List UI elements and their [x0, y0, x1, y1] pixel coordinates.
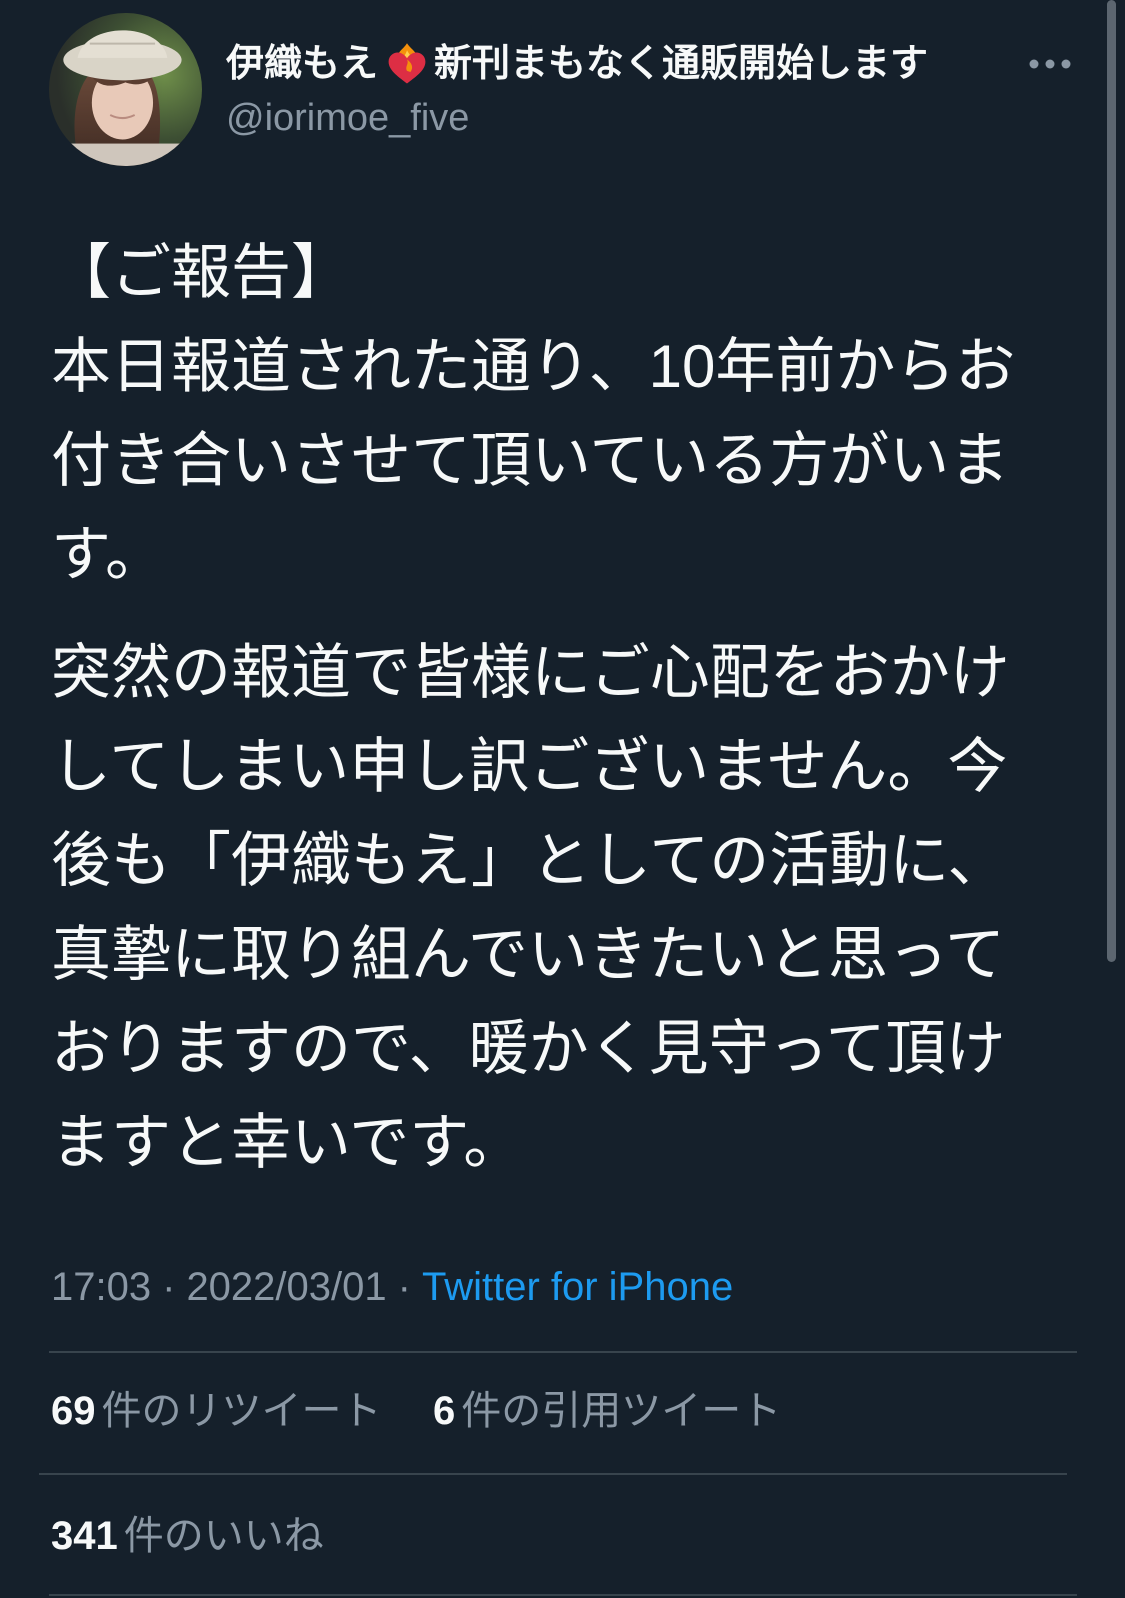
tweet-time: 17:03	[51, 1265, 152, 1309]
retweets-count-link[interactable]: 69 件のリツイート	[51, 1386, 382, 1436]
divider	[49, 1351, 1077, 1353]
tweet-text-line: ますと幸いです。	[51, 1109, 524, 1176]
tweet-date: 2022/03/01	[186, 1265, 387, 1309]
like-label: 件のいいね	[123, 1514, 324, 1558]
user-handle[interactable]: @iorimoe_five	[226, 94, 469, 142]
likes-count-link[interactable]: 341 件のいいね	[51, 1511, 324, 1561]
more-button[interactable]	[1026, 52, 1074, 76]
quote-tweets-count-link[interactable]: 6 件の引用ツイート	[433, 1386, 781, 1436]
retweet-count: 69	[51, 1389, 96, 1433]
tweet-text-line: 突然の報道で皆様にご心配をおかけ	[51, 639, 1010, 706]
retweet-label: 件のリツイート	[101, 1389, 382, 1433]
divider	[39, 1473, 1067, 1475]
avatar-photo	[49, 13, 202, 166]
tweet-text-line: 後も「伊織もえ」としての活動に、	[51, 827, 1008, 894]
tweet-text-line: おりますので、暖かく見守って頂け	[51, 1015, 1006, 1082]
more-dots-icon	[1029, 59, 1071, 69]
scrollbar[interactable]	[1107, 0, 1116, 962]
tweet-paragraph: 突然の報道で皆様にご心配をおかけ してしまい申し訳ございません。今 後も「伊織も…	[51, 626, 1096, 1190]
tweet-text-line: してしまい申し訳ございません。今	[51, 733, 1008, 800]
divider	[49, 1594, 1077, 1596]
like-count: 341	[51, 1514, 118, 1558]
tweet-text-line: 付き合いさせて頂いている方がいま	[51, 427, 1010, 494]
meta-separator: ·	[397, 1265, 411, 1309]
avatar[interactable]	[49, 13, 202, 166]
display-name-text: 新刊まもなく通販開始します	[434, 43, 929, 85]
tweet-source-link[interactable]: Twitter for iPhone	[422, 1265, 733, 1309]
display-name[interactable]: 伊織もえ 新刊まもなく通販開始します	[226, 40, 928, 88]
quote-tweet-label: 件の引用ツイート	[461, 1389, 782, 1433]
tweet-text: 【ご報告】 本日報道された通り、10年前からお 付き合いさせて頂いている方がいま…	[51, 226, 1096, 1190]
quote-tweet-count: 6	[433, 1389, 456, 1433]
meta-separator: ·	[162, 1265, 176, 1309]
heart-on-fire-icon	[384, 41, 430, 87]
display-name-text: 伊織もえ	[226, 43, 379, 85]
tweet-text-line: 本日報道された通り、10年前からお	[51, 333, 1016, 400]
tweet-text-line: 【ご報告】	[51, 239, 351, 306]
tweet-metadata: 17:03 · 2022/03/01 · Twitter for iPhone	[51, 1262, 733, 1312]
tweet-text-line: す。	[51, 521, 165, 588]
tweet-text-line: 真摯に取り組んでいきたいと思って	[51, 921, 1005, 988]
tweet-paragraph: 【ご報告】 本日報道された通り、10年前からお 付き合いさせて頂いている方がいま…	[51, 226, 1096, 602]
